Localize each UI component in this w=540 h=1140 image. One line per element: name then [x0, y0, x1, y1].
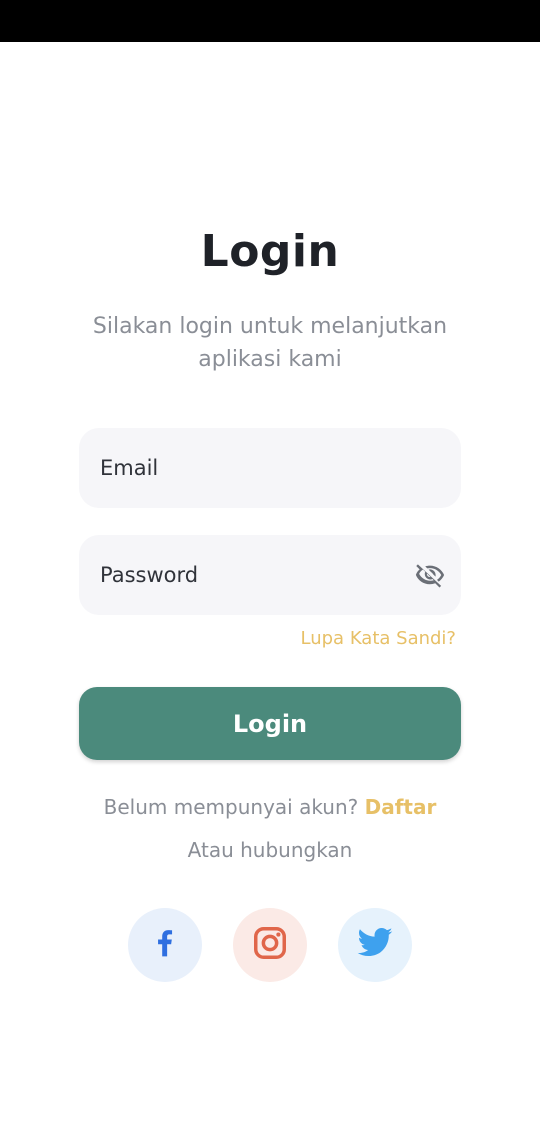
email-field[interactable] — [79, 428, 461, 508]
page-title: Login — [200, 226, 340, 277]
instagram-icon — [251, 924, 289, 966]
facebook-icon — [149, 924, 181, 966]
status-bar — [0, 0, 540, 42]
eye-off-icon[interactable] — [414, 560, 446, 590]
twitter-icon — [354, 924, 396, 966]
login-button[interactable]: Login — [79, 687, 461, 760]
password-input[interactable] — [79, 535, 461, 615]
page-subtitle: Silakan login untuk melanjutkan aplikasi… — [92, 314, 448, 372]
email-input[interactable] — [79, 428, 461, 508]
instagram-button[interactable] — [233, 908, 307, 982]
signup-prompt: Belum mempunyai akun? Daftar — [0, 795, 540, 819]
facebook-button[interactable] — [128, 908, 202, 982]
twitter-button[interactable] — [338, 908, 412, 982]
signup-prompt-text: Belum mempunyai akun? — [103, 795, 365, 819]
password-field[interactable] — [79, 535, 461, 615]
connect-label: Atau hubungkan — [187, 838, 353, 862]
forgot-password-link[interactable]: Lupa Kata Sandi? — [301, 628, 456, 649]
signup-link[interactable]: Daftar — [365, 795, 437, 819]
